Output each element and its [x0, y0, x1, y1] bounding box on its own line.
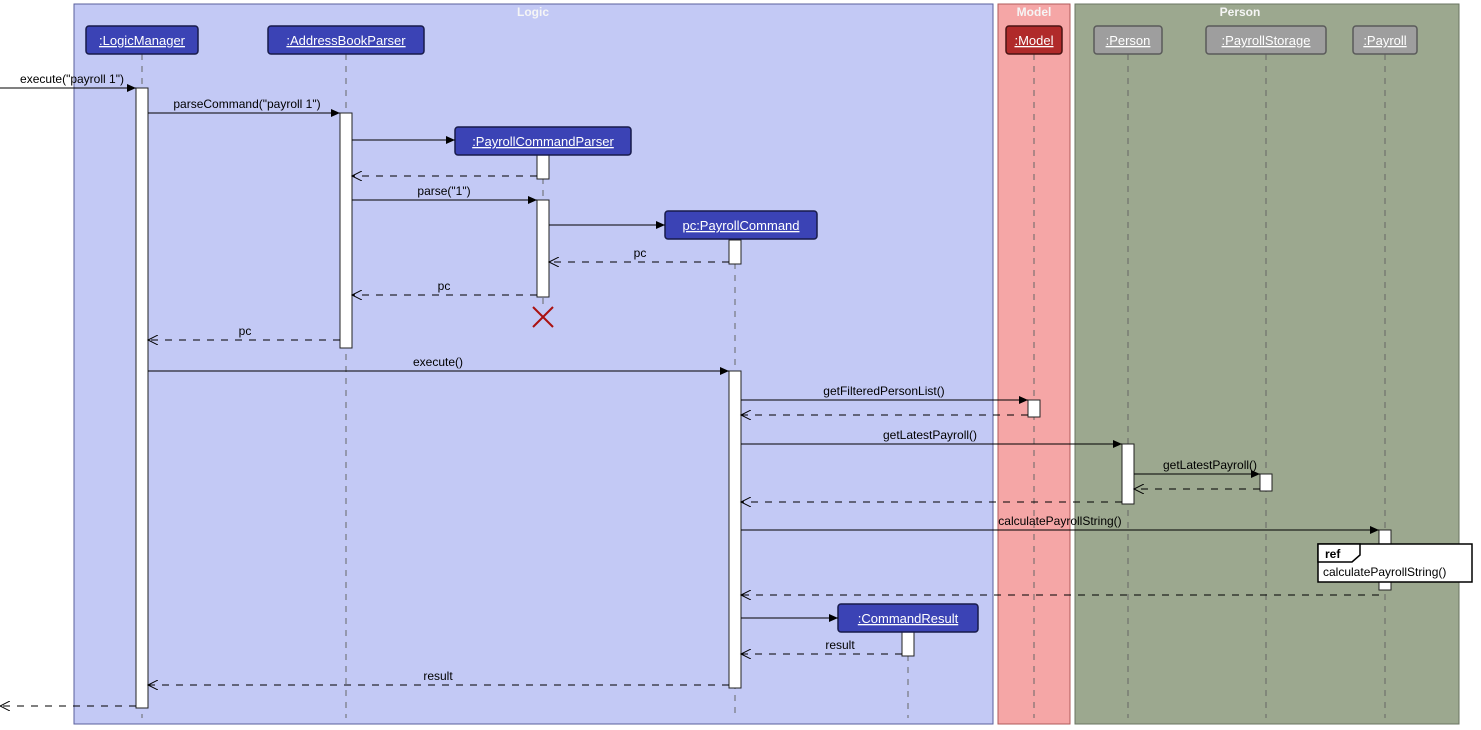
svg-text::PayrollCommandParser: :PayrollCommandParser — [472, 134, 614, 149]
ref-box: ref calculatePayrollString() — [1318, 544, 1472, 582]
activation-person — [1122, 444, 1134, 504]
svg-text:execute("payroll 1"): execute("payroll 1") — [20, 72, 124, 86]
activation-command-result — [902, 632, 914, 656]
svg-text:execute(): execute() — [413, 355, 463, 369]
svg-text:result: result — [423, 669, 453, 683]
frame-person — [1075, 4, 1459, 724]
svg-text::AddressBookParser: :AddressBookParser — [286, 33, 406, 48]
svg-text:getLatestPayroll(): getLatestPayroll() — [1163, 458, 1257, 472]
activation-logic-manager — [136, 88, 148, 708]
activation-model — [1028, 400, 1040, 417]
frame-logic-title: Logic — [517, 5, 549, 19]
svg-text:pc: pc — [634, 246, 647, 260]
svg-text:getFilteredPersonList(): getFilteredPersonList() — [823, 384, 944, 398]
activation-payroll-storage — [1260, 474, 1272, 491]
activation-address-book-parser — [340, 113, 352, 348]
svg-text:pc: pc — [438, 279, 451, 293]
svg-text:pc:PayrollCommand: pc:PayrollCommand — [682, 218, 799, 233]
svg-text::Payroll: :Payroll — [1363, 33, 1406, 48]
frame-person-title: Person — [1220, 5, 1261, 19]
svg-text:calculatePayrollString(): calculatePayrollString() — [1323, 565, 1446, 579]
frame-model-title: Model — [1017, 5, 1052, 19]
svg-text:parseCommand("payroll 1"): parseCommand("payroll 1") — [173, 97, 320, 111]
svg-text::Person: :Person — [1106, 33, 1151, 48]
activation-payroll-command-2 — [729, 371, 741, 688]
svg-text::PayrollStorage: :PayrollStorage — [1222, 33, 1311, 48]
svg-text::LogicManager: :LogicManager — [99, 33, 186, 48]
sequence-diagram: Logic Model Person :LogicManager :Addres… — [0, 0, 1481, 730]
frame-model — [998, 4, 1070, 724]
svg-text:ref: ref — [1325, 547, 1341, 561]
msg-calculate-payroll-string-label: calculatePayrollString() — [998, 514, 1121, 528]
svg-text::CommandResult: :CommandResult — [858, 611, 959, 626]
activation-payroll-command-parser-2 — [537, 200, 549, 297]
activation-payroll-command-parser-1 — [537, 155, 549, 179]
svg-text:result: result — [825, 638, 855, 652]
svg-text:pc: pc — [239, 324, 252, 338]
activation-payroll-command-1 — [729, 240, 741, 264]
svg-text::Model: :Model — [1014, 33, 1053, 48]
svg-text:getLatestPayroll(): getLatestPayroll() — [883, 428, 977, 442]
svg-text:parse("1"): parse("1") — [417, 184, 470, 198]
